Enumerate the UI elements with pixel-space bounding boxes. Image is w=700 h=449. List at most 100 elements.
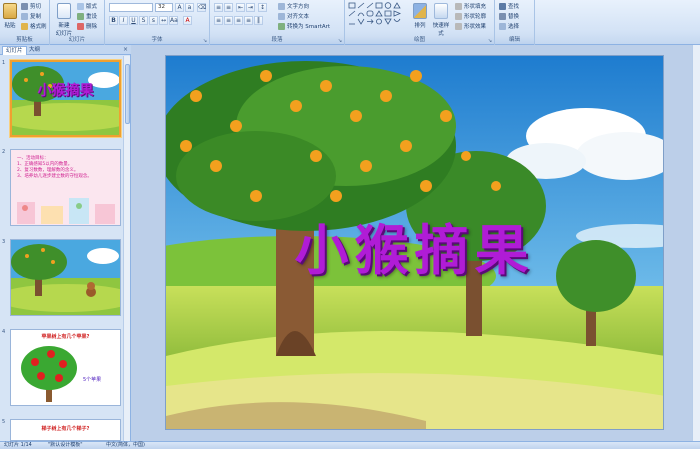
brush-icon xyxy=(21,22,28,30)
justify-button[interactable]: ≡ xyxy=(244,16,253,25)
delete-button[interactable]: 删除 xyxy=(77,22,97,30)
align-left-button[interactable]: ≡ xyxy=(214,16,223,25)
editor-scrollbar[interactable] xyxy=(692,45,700,441)
font-color-button[interactable]: A xyxy=(183,16,192,25)
quick-styles-button[interactable]: 快速样式 xyxy=(431,3,451,37)
slide-title[interactable]: 小猴摘果 xyxy=(166,206,663,285)
editing-label: 编辑 xyxy=(495,36,534,44)
cut-button[interactable]: 剪切 xyxy=(21,2,41,10)
panel-scrollbar[interactable] xyxy=(123,56,130,441)
slide-thumbnail-4[interactable]: 4 苹果树上有几个苹果? 5个苹果 xyxy=(0,329,124,407)
align-text-button[interactable]: 对齐文本 xyxy=(278,12,309,20)
layout-icon xyxy=(77,2,84,10)
close-icon[interactable]: × xyxy=(123,46,128,53)
align-right-button[interactable]: ≡ xyxy=(234,16,243,25)
shape-fill-button[interactable]: 形状填充 xyxy=(455,2,486,10)
new-slide-button[interactable]: 新建 幻灯片 xyxy=(53,3,75,37)
ribbon: 粘贴 剪切 复制 格式刷 剪贴板 新建 幻灯片 版式 重设 删除 幻灯片 32 … xyxy=(0,0,700,45)
shrink-font-button[interactable]: a xyxy=(185,3,194,12)
change-case-button[interactable]: Aa xyxy=(169,16,178,25)
align-text-icon xyxy=(278,12,285,20)
pen-icon xyxy=(455,12,462,20)
select-button[interactable]: 选择 xyxy=(499,22,519,30)
thumbnail-frame xyxy=(10,239,121,316)
bold-button[interactable]: B xyxy=(109,16,118,25)
slide-number: 3 xyxy=(2,239,6,245)
shape-outline-button[interactable]: 形状轮廓 xyxy=(455,12,486,20)
effects-icon xyxy=(455,22,462,30)
slide-thumbnail-1[interactable]: 1 小猴摘果 xyxy=(0,60,124,138)
increase-indent-button[interactable]: ⇥ xyxy=(246,3,255,12)
drawing-label: 绘图 xyxy=(345,36,494,44)
italic-button[interactable]: I xyxy=(119,16,128,25)
slide-thumbnail-3[interactable]: 3 xyxy=(0,239,124,317)
thumbnail-frame: 小猴摘果 xyxy=(10,60,121,137)
paste-button[interactable]: 粘贴 xyxy=(3,3,17,29)
powerpoint-window: 粘贴 剪切 复制 格式刷 剪贴板 新建 幻灯片 版式 重设 删除 幻灯片 32 … xyxy=(0,0,700,449)
clear-format-button[interactable]: ⌫ xyxy=(197,3,206,12)
align-center-button[interactable]: ≡ xyxy=(224,16,233,25)
fill-bucket-icon xyxy=(455,2,462,10)
slide-number: 2 xyxy=(2,149,6,155)
slides-label: 幻灯片 xyxy=(50,36,104,44)
thumbnail-frame: 苹果树上有几个苹果? 5个苹果 xyxy=(10,329,121,406)
underline-button[interactable]: U xyxy=(129,16,138,25)
shadow-button[interactable]: s xyxy=(149,16,158,25)
thumbnail-answer: 5个苹果 xyxy=(83,377,102,383)
slide-thumbnail-2[interactable]: 2 一、活动目标： 1、正确感知5以内的数量。 2、复习数数，理解数的含义。 3… xyxy=(0,149,124,227)
font-dialog-launcher[interactable]: ↘ xyxy=(202,38,208,44)
arrange-button[interactable]: 排列 xyxy=(411,3,429,29)
clipboard-group: 粘贴 剪切 复制 格式刷 剪贴板 xyxy=(0,0,50,45)
slides-group: 新建 幻灯片 版式 重设 删除 幻灯片 xyxy=(50,0,105,45)
convert-smartart-button[interactable]: 转换为 SmartArt xyxy=(278,22,330,30)
thumbnail-question: 苹果树上有几个苹果? xyxy=(41,334,90,340)
layout-button[interactable]: 版式 xyxy=(77,2,97,10)
copy-button[interactable]: 复制 xyxy=(21,12,41,20)
font-group: 32 A a ⌫ B I U S s ↔ Aa A 字体 ↘ xyxy=(105,0,210,45)
numbering-button[interactable]: ≡ xyxy=(224,3,233,12)
language-indicator[interactable]: 中文(简体，中国) xyxy=(106,442,145,449)
thumbnail-frame: 一、活动目标： 1、正确感知5以内的数量。 2、复习数数，理解数的含义。 3、培… xyxy=(10,149,121,226)
slide-canvas[interactable]: 小猴摘果 xyxy=(165,55,664,430)
slide-thumbnail-5[interactable]: 5 梯子树上有几个梯子? xyxy=(0,419,124,441)
format-painter-button[interactable]: 格式刷 xyxy=(21,22,47,30)
bullets-button[interactable]: ≡ xyxy=(214,3,223,12)
font-name-field[interactable] xyxy=(109,3,153,12)
font-size-field[interactable]: 32 xyxy=(155,3,173,12)
thumbnail-frame: 梯子树上有几个梯子? xyxy=(10,419,121,441)
slide-number: 4 xyxy=(2,329,6,335)
copy-icon xyxy=(21,12,28,20)
paragraph-dialog-launcher[interactable]: ↘ xyxy=(337,38,343,44)
grow-font-button[interactable]: A xyxy=(175,3,184,12)
quick-styles-icon xyxy=(434,3,448,19)
new-slide-icon xyxy=(57,3,71,19)
tab-outline[interactable]: 大纲 xyxy=(26,46,43,55)
paste-icon xyxy=(3,3,17,19)
thumbnail-scene xyxy=(11,240,120,315)
shapes-gallery[interactable] xyxy=(348,2,406,30)
drawing-dialog-launcher[interactable]: ↘ xyxy=(487,38,493,44)
slide-number: 1 xyxy=(2,60,6,66)
spacing-button[interactable]: ↔ xyxy=(159,16,168,25)
line-spacing-button[interactable]: ↕ xyxy=(258,3,267,12)
replace-icon xyxy=(499,12,506,20)
decrease-indent-button[interactable]: ⇤ xyxy=(236,3,245,12)
binoculars-icon xyxy=(499,2,506,10)
text-direction-button[interactable]: 文字方向 xyxy=(278,2,309,10)
shape-effects-button[interactable]: 形状效果 xyxy=(455,22,486,30)
columns-button[interactable]: ‖ xyxy=(254,16,263,25)
find-button[interactable]: 查找 xyxy=(499,2,519,10)
font-label: 字体 xyxy=(105,36,209,44)
tab-slides[interactable]: 幻灯片 xyxy=(2,46,27,55)
drawing-group: 排列 快速样式 形状填充 形状轮廓 形状效果 绘图 ↘ xyxy=(345,0,495,45)
paragraph-label: 段落 xyxy=(210,36,344,44)
reset-button[interactable]: 重设 xyxy=(77,12,97,20)
strikethrough-button[interactable]: S xyxy=(139,16,148,25)
paragraph-group: ≡ ≡ ⇤ ⇥ ↕ ≡ ≡ ≡ ≡ ‖ 文字方向 对齐文本 转换为 SmartA… xyxy=(210,0,345,45)
scrollbar-thumb[interactable] xyxy=(125,64,130,124)
delete-icon xyxy=(77,22,84,30)
theme-name[interactable]: "默认设计模板" xyxy=(48,442,83,449)
slide-counter: 幻灯片 1/14 xyxy=(4,442,32,448)
replace-button[interactable]: 替换 xyxy=(499,12,519,20)
playground-illustration xyxy=(17,198,115,224)
